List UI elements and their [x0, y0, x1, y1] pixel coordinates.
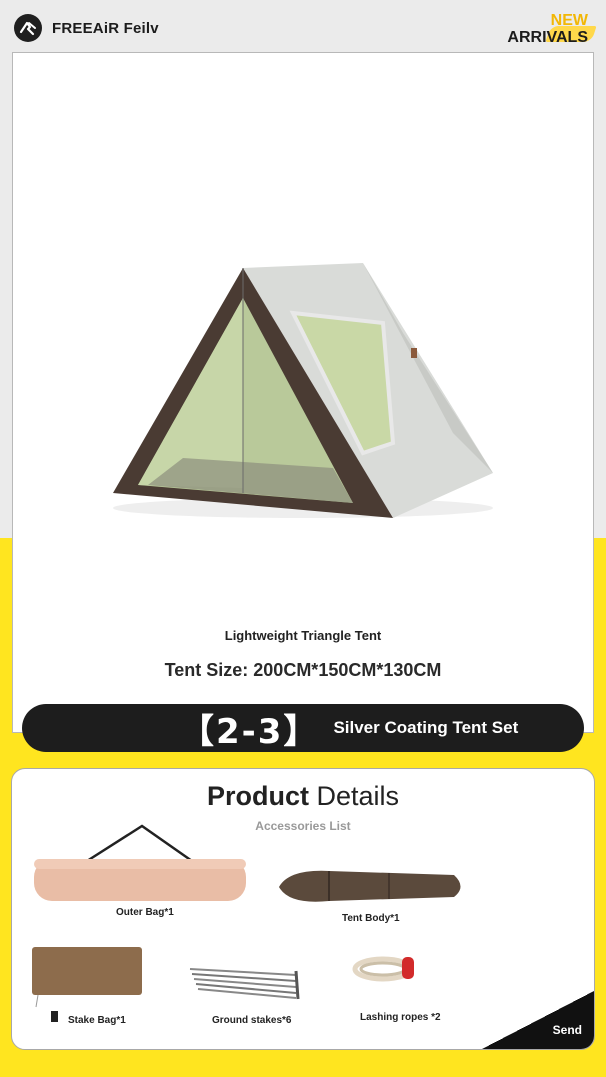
details-title-bold: Product: [206, 781, 309, 811]
set-title-bar: 【2-3】 Silver Coating Tent Set: [22, 704, 584, 752]
send-corner: [482, 991, 594, 1049]
tent-body-image: [279, 870, 461, 902]
stake-bag-label: Stake Bag*1: [68, 1015, 126, 1026]
ground-stakes-label: Ground stakes*6: [212, 1015, 292, 1026]
outer-bag-label: Outer Bag*1: [116, 907, 174, 918]
product-size: Tent Size: 200CM*150CM*130CM: [164, 660, 442, 680]
badge-new: NEW: [550, 12, 588, 29]
lashing-ropes-image: [352, 956, 414, 982]
send-label: Send: [552, 1023, 582, 1037]
product-name: Lightweight Triangle Tent: [224, 628, 382, 643]
accessories-card: Product Details Accessories List Outer B…: [11, 768, 595, 1050]
product-card: Lightweight Triangle Tent Tent Size: 200…: [12, 52, 594, 733]
set-number: 【2-3】: [180, 711, 320, 752]
badge-arrivals: ARRIVALS: [507, 29, 588, 46]
outer-bag-image: [34, 824, 246, 901]
set-title: Silver Coating Tent Set: [333, 718, 519, 737]
brand-logo-icon: [14, 14, 42, 42]
ground-stakes-image: [189, 968, 300, 1000]
details-title: Product Details: [12, 781, 594, 812]
details-title-rest: Details: [316, 781, 400, 811]
stake-bag-image: [32, 947, 142, 1022]
brand[interactable]: FREEAiR Feilv: [14, 14, 159, 42]
tent-image: [113, 263, 493, 518]
new-arrivals-badge: NEW ARRIVALS: [507, 12, 597, 46]
tent-body-label: Tent Body*1: [342, 913, 400, 924]
lashing-ropes-label: Lashing ropes *2: [360, 1012, 441, 1023]
brand-name: FREEAiR Feilv: [52, 19, 159, 37]
